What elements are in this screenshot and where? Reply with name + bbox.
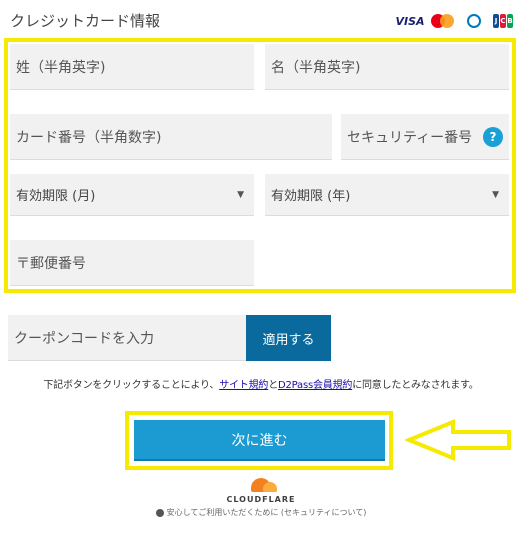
last-name-input[interactable]: 姓（半角英字) bbox=[10, 44, 254, 90]
security-code-input[interactable]: セキュリティー番号 ? bbox=[341, 114, 509, 160]
exp-year-value: 有効期限 (年) bbox=[271, 189, 351, 204]
security-note[interactable]: 安心してご利用いただくために (セキュリティについて) bbox=[155, 507, 367, 518]
security-code-placeholder: セキュリティー番号 bbox=[347, 129, 473, 146]
agreement-and: と bbox=[268, 380, 278, 391]
cloudflare-badge: CLOUDFLARE 安心してご利用いただくために (セキュリティについて) bbox=[0, 476, 522, 518]
pointer-arrow-icon bbox=[405, 419, 511, 461]
site-terms-link[interactable]: サイト規約 bbox=[219, 380, 268, 391]
postal-code-input[interactable]: 〒郵便番号 bbox=[10, 240, 254, 286]
exp-year-select[interactable]: 有効期限 (年) ▼ bbox=[265, 174, 509, 216]
chevron-down-icon: ▼ bbox=[492, 189, 499, 200]
visa-icon: VISA bbox=[395, 14, 425, 28]
lock-icon bbox=[155, 508, 164, 517]
section-title: クレジットカード情報 bbox=[10, 12, 161, 30]
security-note-text: 安心してご利用いただくために (セキュリティについて) bbox=[166, 508, 367, 517]
help-icon[interactable]: ? bbox=[483, 126, 503, 147]
first-name-input[interactable]: 名（半角英字) bbox=[265, 44, 509, 90]
diners-club-icon bbox=[462, 12, 486, 30]
cloudflare-wordmark: CLOUDFLARE bbox=[226, 495, 296, 504]
coupon-placeholder: クーポンコードを入力 bbox=[14, 330, 154, 347]
apply-coupon-button[interactable]: 適用する bbox=[246, 315, 331, 361]
card-brand-logos: VISA JCB bbox=[395, 12, 514, 30]
chevron-down-icon: ▼ bbox=[237, 189, 244, 200]
next-button[interactable]: 次に進む bbox=[134, 420, 385, 461]
jcb-icon: JCB bbox=[492, 12, 514, 30]
agreement-text: 下記ボタンをクリックすることにより、サイト規約とD2Pass会員規約に同意したと… bbox=[0, 376, 522, 391]
exp-month-select[interactable]: 有効期限 (月) ▼ bbox=[10, 174, 254, 216]
agreement-suffix: に同意したとみなされます。 bbox=[352, 380, 479, 391]
cloudflare-logo-icon bbox=[243, 476, 279, 494]
postal-code-placeholder: 〒郵便番号 bbox=[16, 255, 86, 272]
coupon-code-input[interactable]: クーポンコードを入力 bbox=[8, 315, 246, 361]
first-name-placeholder: 名（半角英字) bbox=[271, 59, 361, 76]
mastercard-icon bbox=[430, 12, 456, 30]
member-terms-link[interactable]: D2Pass会員規約 bbox=[278, 380, 352, 391]
card-number-placeholder: カード番号（半角数字) bbox=[16, 129, 162, 146]
agreement-prefix: 下記ボタンをクリックすることにより、 bbox=[43, 380, 220, 391]
exp-month-value: 有効期限 (月) bbox=[16, 189, 96, 204]
last-name-placeholder: 姓（半角英字) bbox=[16, 59, 106, 76]
card-number-input[interactable]: カード番号（半角数字) bbox=[10, 114, 332, 160]
